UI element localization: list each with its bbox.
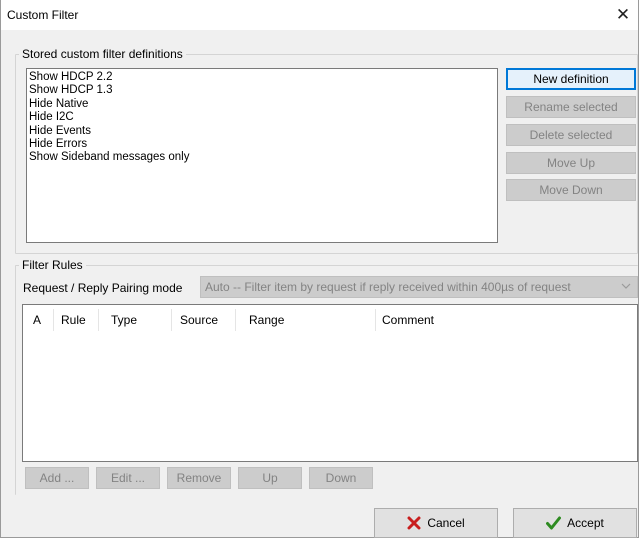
list-item[interactable]: Hide Errors	[29, 138, 497, 151]
move-down-button[interactable]: Move Down	[506, 179, 636, 201]
add-rule-button[interactable]: Add ...	[25, 467, 89, 489]
cancel-label: Cancel	[427, 516, 465, 530]
column-separator	[171, 309, 172, 331]
stored-definitions-label: Stored custom filter definitions	[19, 47, 186, 61]
list-item[interactable]: Hide Events	[29, 125, 497, 138]
definitions-listbox[interactable]: Show HDCP 2.2 Show HDCP 1.3 Hide Native …	[26, 68, 498, 243]
remove-rule-button[interactable]: Remove	[167, 467, 231, 489]
column-header-a[interactable]: A	[33, 313, 41, 327]
pairing-mode-value: Auto -- Filter item by request if reply …	[205, 280, 571, 294]
column-header-range[interactable]: Range	[249, 313, 284, 327]
list-item[interactable]: Hide Native	[29, 98, 497, 111]
list-item[interactable]: Show Sideband messages only	[29, 151, 497, 164]
rules-table[interactable]: A Rule Type Source Range Comment	[22, 304, 638, 462]
pairing-mode-label: Request / Reply Pairing mode	[23, 281, 183, 295]
rule-up-button[interactable]: Up	[238, 467, 302, 489]
column-separator	[98, 309, 99, 331]
column-separator	[235, 309, 236, 331]
pairing-mode-select[interactable]: Auto -- Filter item by request if reply …	[200, 276, 638, 298]
accept-button[interactable]: Accept	[513, 508, 637, 538]
column-header-comment[interactable]: Comment	[382, 313, 434, 327]
edit-rule-button[interactable]: Edit ...	[96, 467, 160, 489]
move-up-button[interactable]: Move Up	[506, 152, 636, 174]
column-header-rule[interactable]: Rule	[61, 313, 86, 327]
green-check-icon	[546, 516, 562, 530]
new-definition-button[interactable]: New definition	[506, 68, 636, 90]
delete-selected-button[interactable]: Delete selected	[506, 124, 636, 146]
accept-label: Accept	[567, 516, 604, 530]
column-header-source[interactable]: Source	[180, 313, 218, 327]
rename-selected-button[interactable]: Rename selected	[506, 96, 636, 118]
custom-filter-dialog: Custom Filter ✕ Stored custom filter def…	[0, 0, 639, 538]
list-item[interactable]: Show HDCP 2.2	[29, 71, 497, 84]
chevron-down-icon	[621, 283, 631, 289]
filter-rules-label: Filter Rules	[19, 258, 86, 272]
close-button[interactable]: ✕	[608, 0, 638, 30]
column-header-type[interactable]: Type	[111, 313, 137, 327]
list-item[interactable]: Hide I2C	[29, 111, 497, 124]
rule-down-button[interactable]: Down	[309, 467, 373, 489]
column-separator	[53, 309, 54, 331]
cancel-button[interactable]: Cancel	[374, 508, 498, 538]
window-title: Custom Filter	[7, 8, 79, 22]
column-separator	[375, 309, 376, 331]
red-x-icon	[407, 516, 421, 530]
title-bar: Custom Filter ✕	[1, 0, 638, 30]
list-item[interactable]: Show HDCP 1.3	[29, 84, 497, 97]
close-icon: ✕	[615, 5, 631, 24]
